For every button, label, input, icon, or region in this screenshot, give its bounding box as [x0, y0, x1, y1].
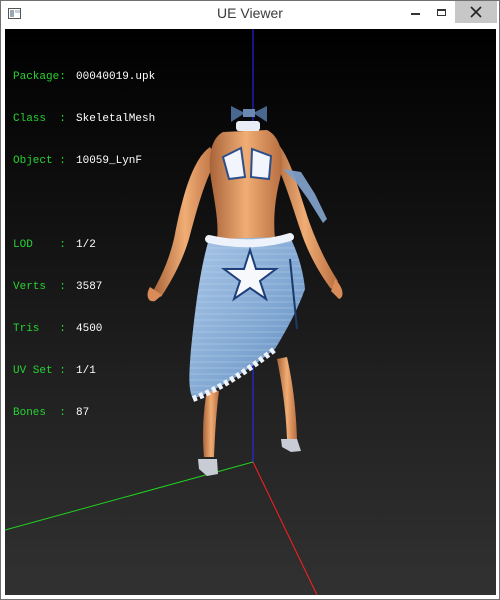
lod-label: LOD :: [13, 239, 66, 251]
verts-label: Verts :: [13, 281, 66, 293]
bones-value: 87: [76, 407, 90, 419]
collar-bow: [231, 106, 267, 131]
3d-viewport[interactable]: Package: 00040019.upk Class : SkeletalMe…: [5, 29, 496, 595]
title-bar[interactable]: UE Viewer: [1, 1, 499, 29]
bones-label: Bones :: [13, 407, 66, 419]
torso: [209, 130, 283, 239]
package-label: Package:: [13, 71, 66, 83]
object-label: Object :: [13, 155, 66, 167]
minimize-icon: [410, 13, 420, 15]
verts-value: 3587: [76, 281, 103, 293]
minimize-button[interactable]: [402, 1, 428, 23]
uvset-value: 1/1: [76, 365, 96, 377]
close-x-icon: [470, 6, 482, 18]
lod-value: 1/2: [76, 239, 96, 251]
package-value: 00040019.upk: [76, 71, 156, 83]
tris-value: 4500: [76, 323, 103, 335]
object-value: 10059_LynF: [76, 155, 143, 167]
close-button[interactable]: [455, 1, 497, 23]
mesh-info-panel: Package: 00040019.upk Class : SkeletalMe…: [13, 42, 155, 448]
class-label: Class :: [13, 113, 66, 125]
maximize-icon: [436, 8, 446, 16]
class-value: SkeletalMesh: [76, 113, 156, 125]
tris-label: Tris :: [13, 323, 66, 335]
app-window: UE Viewer Package: 00040019.upk Class: …: [0, 0, 500, 600]
maximize-button[interactable]: [428, 1, 454, 23]
axis-x-line: [252, 461, 318, 595]
uvset-label: UV Set :: [13, 365, 66, 377]
